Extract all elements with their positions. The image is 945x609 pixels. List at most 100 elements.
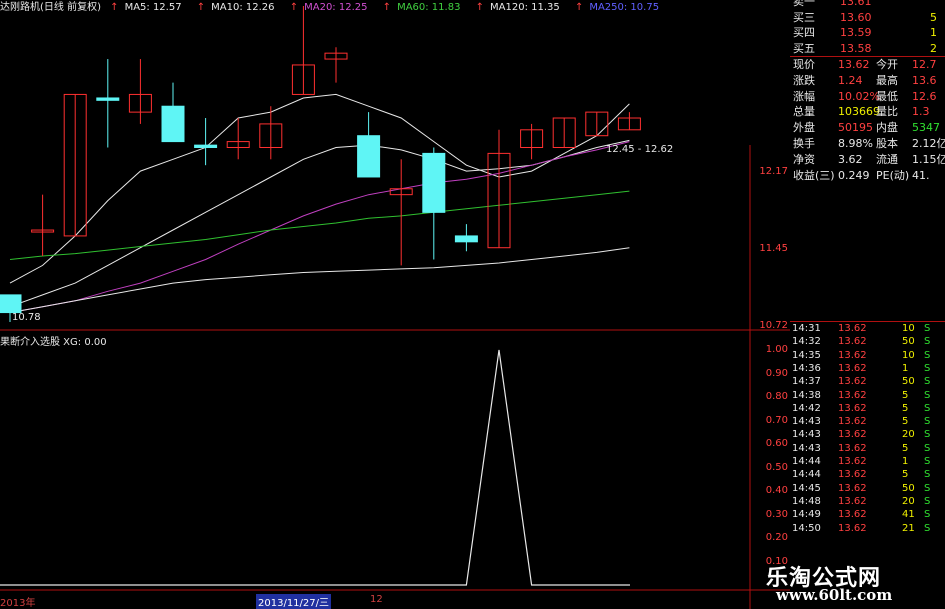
stat-key: 净资 [793, 152, 815, 166]
tick-volume: 50 [902, 482, 915, 494]
bid-price: 13.60 [840, 10, 872, 24]
tick-volume: 5 [902, 442, 909, 454]
indicator-axis-label: 0.40 [765, 485, 788, 496]
tick-time: 14:44 [792, 469, 821, 481]
tick-row: 14:38 13.62 5 S [790, 389, 945, 402]
stat-key: 涨跌 [793, 73, 815, 87]
tick-volume: 1 [902, 362, 909, 374]
tick-time: 14:43 [792, 416, 821, 428]
tick-price: 13.62 [838, 362, 867, 374]
tick-volume: 21 [902, 522, 915, 534]
tick-row: 14:44 13.62 1 S [790, 455, 945, 468]
indicator-axis-label: 1.00 [765, 344, 788, 355]
tick-side: S [924, 456, 931, 467]
stat-value: 13.62 [838, 58, 870, 71]
stat-key: 涨幅 [793, 89, 815, 103]
tick-side: S [924, 389, 931, 401]
tick-row: 14:36 13.62 1 S [790, 362, 945, 375]
stat-row: 现价 13.62 今开 12.7 [790, 57, 945, 73]
tick-volume: 10 [902, 349, 915, 361]
tick-price: 13.62 [838, 323, 867, 334]
indicator-axis-label: 0.90 [765, 367, 788, 379]
stat-key: 股本 [876, 137, 898, 150]
tick-time: 14:43 [792, 442, 821, 454]
stat-row: 收益(三) 0.249 PE(动) 41. [790, 168, 945, 184]
tick-row: 14:48 13.62 20 S [790, 495, 945, 508]
tick-volume: 5 [902, 389, 909, 401]
stat-row: 涨幅 10.02% 最低 12.6 [790, 89, 945, 105]
candle-body [96, 97, 120, 101]
indicator-axis-label: 0.50 [765, 461, 788, 473]
candle-body [161, 105, 185, 143]
tick-price: 13.62 [838, 416, 867, 428]
bid-volume: 5 [930, 10, 937, 24]
price-axis-label: 11.45 [759, 243, 788, 254]
stat-key: 最高 [876, 73, 898, 87]
tick-time: 14:43 [792, 429, 821, 441]
tick-row: 14:37 13.62 50 S [790, 375, 945, 388]
high-marker: 12.45 - 12.62 [606, 144, 674, 155]
indicator-label: 果断介入选股 XG: 0.00 [0, 337, 107, 348]
stat-key: 今开 [876, 58, 898, 71]
tick-volume: 41 [902, 509, 915, 521]
tick-time: 14:50 [792, 522, 821, 534]
tick-row: 14:42 13.62 5 S [790, 402, 945, 415]
stat-key: 流通 [876, 152, 898, 166]
tick-time: 14:38 [792, 389, 821, 401]
tick-row: 14:32 13.62 50 S [790, 335, 945, 348]
stat-value: 12.7 [912, 58, 937, 71]
indicator-axis-label: 0.30 [765, 508, 788, 520]
price-axis-label: 12.17 [759, 166, 788, 177]
tick-volume: 5 [902, 416, 909, 428]
tick-price: 13.62 [838, 389, 867, 401]
watermark-url: www.60lt.com [776, 586, 893, 604]
tick-row: 14:49 13.62 41 S [790, 508, 945, 521]
kline-chart[interactable] [0, 0, 790, 609]
tick-volume: 5 [902, 402, 909, 414]
tick-row: 14:31 13.62 10 S [790, 322, 945, 335]
stat-key: 量比 [876, 105, 898, 119]
stat-value: 3.62 [838, 152, 863, 166]
tick-side: S [924, 509, 931, 521]
date-axis-year: 2013年 [0, 598, 36, 609]
stat-key: 最低 [876, 89, 898, 103]
tick-row: 14:43 13.62 5 S [790, 442, 945, 455]
bid-volume: 1 [930, 26, 937, 39]
bid-level-row: 买五 13.58 2 [790, 41, 945, 57]
candle-body [0, 294, 22, 314]
bid-label: 买三 [793, 10, 815, 24]
candle-body [454, 235, 478, 243]
tick-price: 13.62 [838, 522, 867, 534]
tick-time: 14:31 [792, 323, 821, 334]
price-axis-label: 10.72 [759, 320, 788, 331]
tick-time: 14:36 [792, 362, 821, 374]
tick-side: S [924, 416, 931, 428]
tick-row: 14:50 13.62 21 S [790, 522, 945, 535]
stat-key: 总量 [793, 105, 815, 119]
tick-price: 13.62 [838, 482, 867, 494]
tick-price: 13.62 [838, 336, 867, 348]
tick-volume: 20 [902, 429, 915, 441]
bid-label: 买五 [793, 41, 815, 55]
tick-side: S [924, 349, 931, 361]
ma250-label: MA250: 10.75 [589, 2, 660, 13]
tick-side: S [924, 376, 931, 388]
tick-side: S [924, 429, 931, 441]
indicator-axis-label: 0.70 [765, 414, 788, 426]
tick-side: S [924, 336, 931, 348]
quote-panel: 卖一 13.61 买三 13.60 5 买四 13.59 1 买五 13.58 2 现价 13.62 今开… [790, 0, 945, 609]
stat-value: 12.6 [912, 89, 937, 103]
ma-line-ma120 [9, 247, 630, 314]
tick-time: 14:45 [792, 482, 821, 494]
tick-side: S [924, 495, 931, 507]
stat-key: 内盘 [876, 121, 898, 135]
tick-row: 14:43 13.62 5 S [790, 415, 945, 428]
stat-row: 涨跌 1.24 最高 13.6 [790, 73, 945, 89]
tick-volume: 10 [902, 323, 915, 334]
tick-side: S [924, 469, 931, 481]
tick-volume: 1 [902, 456, 909, 467]
tick-price: 13.62 [838, 376, 867, 388]
indicator-axis-label: 0.80 [765, 391, 788, 402]
stock-title: 达刚路机(日线 前复权) [0, 2, 101, 13]
tick-price: 13.62 [838, 456, 867, 467]
